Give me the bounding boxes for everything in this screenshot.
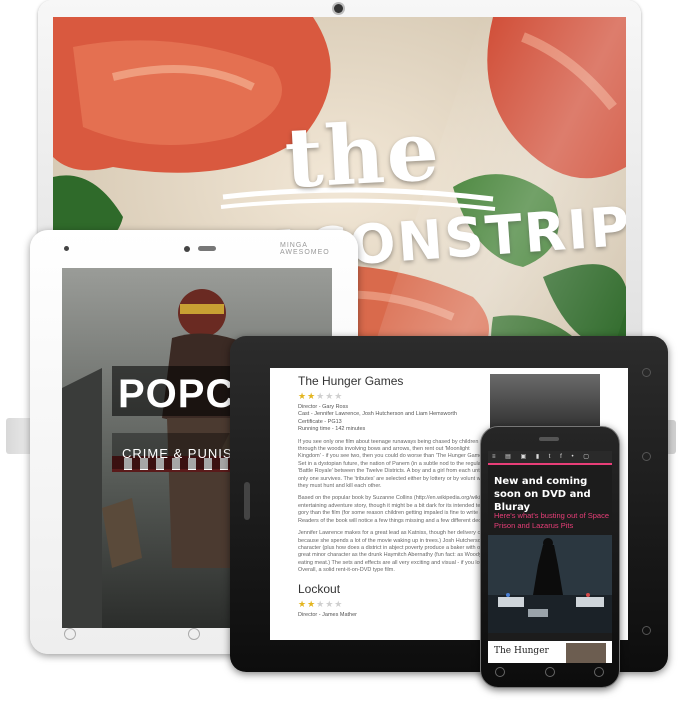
movie-cast: Cast - Jennifer Lawrence, Josh Hutcherso… bbox=[298, 411, 457, 418]
tablet-speaker bbox=[198, 246, 216, 251]
tablet-brand-label: MINGA AWESOMEO bbox=[280, 242, 330, 256]
movie-director: Director - James Mather bbox=[298, 611, 357, 618]
logo-word-the: the bbox=[282, 102, 444, 208]
tablet-top-button[interactable] bbox=[642, 368, 651, 377]
movie-running-time: Running time - 142 minutes bbox=[298, 426, 366, 433]
tablet-sensor-icon bbox=[64, 246, 69, 251]
phone-toolbar[interactable]: ≡ ▤ ▣ ▮ t f • ▢ bbox=[488, 451, 612, 465]
tablet-camera-icon bbox=[184, 246, 190, 252]
article-headline[interactable]: New and coming soon on DVD and Bluray bbox=[494, 475, 610, 514]
movie-certificate: Certificate - PG13 bbox=[298, 418, 342, 425]
tablet-home-button[interactable] bbox=[64, 628, 76, 640]
article-subhead: Here's what's busting out of Space Priso… bbox=[494, 511, 610, 530]
tablet-bottom-button[interactable] bbox=[642, 626, 651, 635]
article-image[interactable] bbox=[488, 535, 612, 633]
phone-screen: ≡ ▤ ▣ ▮ t f • ▢ New and coming soon on D… bbox=[488, 451, 612, 663]
review-paragraph: Jennifer Lawrence makes for a great lead… bbox=[298, 530, 490, 574]
webcam-icon bbox=[334, 4, 343, 13]
phone-home-button[interactable] bbox=[545, 667, 555, 677]
smartphone: ≡ ▤ ▣ ▮ t f • ▢ New and coming soon on D… bbox=[480, 426, 620, 688]
review-paragraph: Based on the popular book by Suzanne Col… bbox=[298, 495, 490, 524]
phone-menu-button[interactable] bbox=[594, 667, 604, 677]
tablet-back-button[interactable] bbox=[188, 628, 200, 640]
tablet-mid-button[interactable] bbox=[642, 452, 651, 461]
device-showcase: the BACONSTRIP MINGA AWESOMEO bbox=[0, 0, 680, 704]
tablet-side-slot bbox=[244, 482, 250, 520]
review-paragraph: If you see only one film about teenage r… bbox=[298, 438, 492, 490]
phone-back-button[interactable] bbox=[495, 667, 505, 677]
batman-scene-image bbox=[488, 535, 612, 633]
movie-director: Director - Gary Ross bbox=[298, 404, 349, 410]
card-thumbnail bbox=[566, 643, 606, 663]
phone-speaker bbox=[539, 437, 559, 441]
